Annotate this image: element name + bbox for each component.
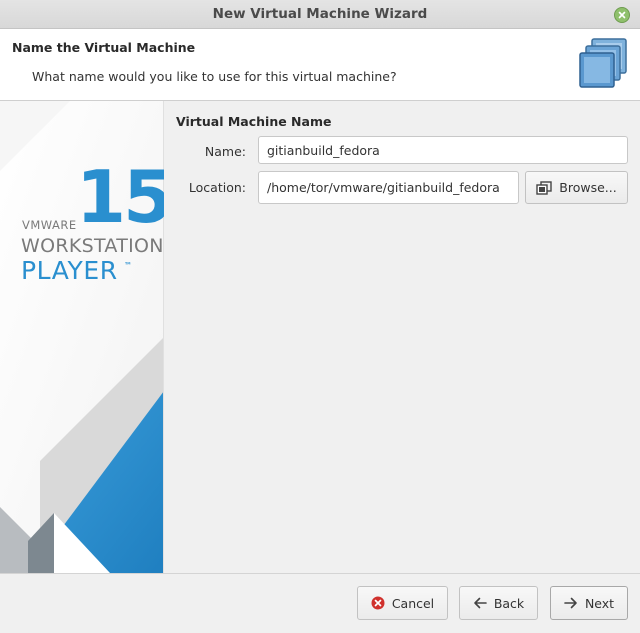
product-version: 15 bbox=[76, 155, 164, 239]
folder-copy-icon bbox=[536, 180, 552, 195]
arrow-right-icon bbox=[564, 597, 578, 609]
wizard-footer: Cancel Back Next bbox=[0, 573, 640, 633]
wizard-content: Virtual Machine Name Name: gitianbuild_f… bbox=[164, 101, 640, 573]
back-button-label: Back bbox=[493, 595, 525, 611]
cancel-button-label: Cancel bbox=[391, 595, 435, 611]
brand-sidebar: 15 VMWARE WORKSTATION PLAYER ™ bbox=[0, 101, 164, 573]
page-subtitle: What name would you like to use for this… bbox=[32, 69, 397, 84]
window-title: New Virtual Machine Wizard bbox=[212, 6, 428, 22]
cancel-button[interactable]: Cancel bbox=[357, 586, 448, 620]
location-input[interactable]: /home/tor/vmware/gitianbuild_fedora bbox=[258, 171, 519, 204]
vm-name-input[interactable]: gitianbuild_fedora bbox=[258, 136, 628, 164]
arrow-left-icon bbox=[473, 597, 487, 609]
trademark-mark: ™ bbox=[124, 261, 132, 270]
next-button-label: Next bbox=[584, 595, 615, 611]
back-button[interactable]: Back bbox=[459, 586, 538, 620]
virtual-machine-icon bbox=[579, 38, 627, 88]
name-label: Name: bbox=[204, 144, 246, 159]
section-title: Virtual Machine Name bbox=[176, 114, 332, 129]
browse-button[interactable]: Browse... bbox=[525, 171, 628, 204]
page-title: Name the Virtual Machine bbox=[12, 40, 196, 55]
product-name-line2: PLAYER bbox=[21, 256, 118, 285]
wizard-window: New Virtual Machine Wizard Name the Virt… bbox=[0, 0, 640, 633]
close-icon bbox=[618, 11, 626, 19]
product-name-line1: WORKSTATION bbox=[21, 235, 164, 257]
wizard-header: Name the Virtual Machine What name would… bbox=[0, 29, 640, 101]
browse-button-label: Browse... bbox=[559, 180, 617, 195]
next-button[interactable]: Next bbox=[550, 586, 628, 620]
product-brand: 15 VMWARE WORKSTATION PLAYER ™ bbox=[0, 101, 164, 573]
location-label: Location: bbox=[188, 180, 246, 195]
title-bar[interactable]: New Virtual Machine Wizard bbox=[0, 0, 640, 29]
cancel-icon bbox=[371, 596, 385, 610]
close-button[interactable] bbox=[614, 7, 630, 23]
vendor-name: VMWARE bbox=[22, 218, 77, 232]
